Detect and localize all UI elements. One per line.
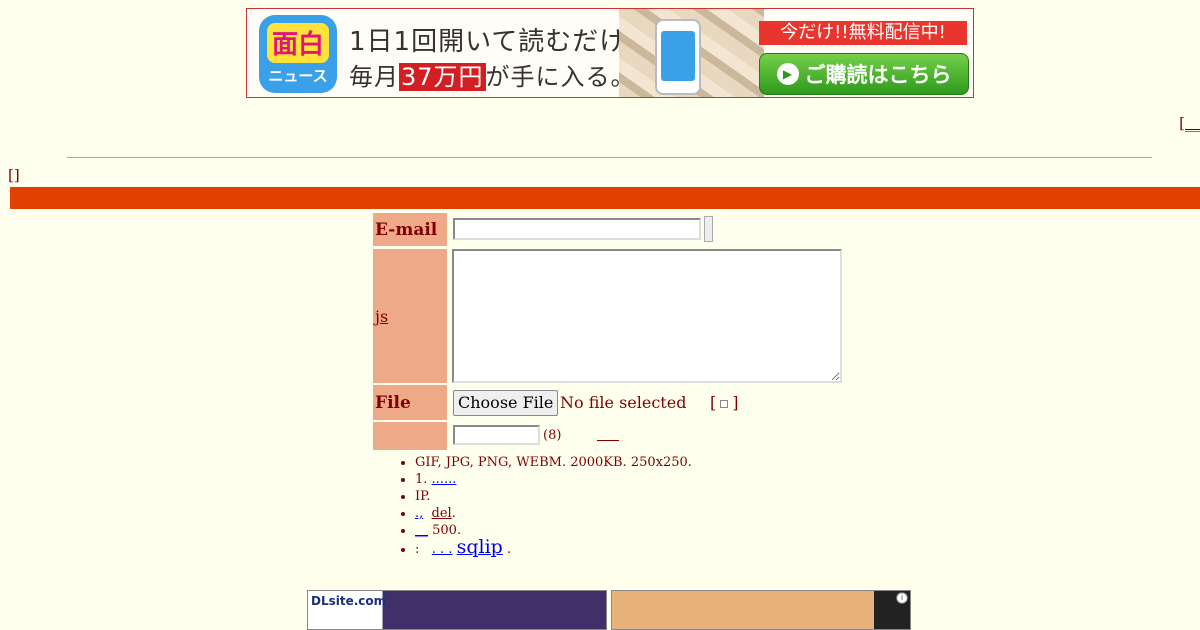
banner-highlight: 37万円 [399, 63, 486, 91]
file-option-checkbox[interactable] [720, 399, 729, 408]
comment-label: js [373, 249, 447, 383]
password-note: (8) [543, 428, 562, 443]
file-status: No file selected [560, 393, 687, 412]
del-link[interactable]: del [432, 506, 452, 521]
bottom-ad-left[interactable]: DLsite.com [307, 590, 607, 630]
js-link[interactable]: js [375, 307, 388, 326]
sqlip-link[interactable]: sqlip [457, 536, 503, 558]
app-icon-title: 面白 [267, 22, 329, 63]
list-item: 1. ...... [415, 471, 692, 488]
list-item: : . . . sqlip . [415, 536, 692, 558]
list-item: GIF, JPG, PNG, WEBM. 2000KB. 250x250. [415, 454, 692, 471]
corner-nav: [__ [1179, 114, 1200, 132]
submit-button[interactable] [704, 216, 713, 242]
rule-link[interactable]: __ [415, 523, 428, 538]
banner-promo-badge: 今だけ!!無料配信中! [759, 21, 967, 45]
comment-textarea[interactable] [452, 249, 842, 383]
email-label: E-mail [373, 213, 447, 246]
banner-cta-label: ご購読はこちら [804, 63, 952, 87]
rule-link[interactable]: . . . [432, 542, 453, 557]
info-icon[interactable]: i [896, 592, 908, 604]
list-item: IP. [415, 488, 692, 505]
rule-link[interactable]: ., [415, 506, 423, 521]
file-label: File [373, 385, 447, 420]
ad-brand-logo: DLsite.com [311, 594, 387, 608]
app-icon: 面白 ニュース [259, 15, 337, 93]
email-field[interactable] [453, 218, 701, 240]
bottom-ad-right[interactable]: i [611, 590, 911, 630]
rule-link[interactable]: ...... [432, 472, 457, 487]
password-label [373, 422, 447, 450]
app-icon-subtitle: ニュース [268, 66, 328, 85]
play-icon: ▶ [776, 63, 799, 85]
choose-file-button[interactable]: Choose File [453, 390, 559, 416]
file-option: [] [710, 393, 739, 412]
title-bar [10, 187, 1200, 209]
banner-line-2: 毎月37万円が手に入る。 [349, 63, 636, 91]
password-link[interactable] [597, 440, 619, 441]
top-banner-ad[interactable]: 面白 ニュース 1日1回開いて読むだけ。 毎月37万円が手に入る。 今だけ!!無… [246, 8, 974, 98]
password-field[interactable] [453, 425, 540, 445]
mini-bracket: [] [8, 166, 20, 184]
divider [67, 157, 1152, 158]
list-item: ., del. [415, 505, 692, 522]
banner-phone-image [655, 19, 701, 95]
corner-nav-link[interactable]: __ [1185, 114, 1200, 132]
banner-cta-button[interactable]: ▶ ご購読はこちら [759, 53, 969, 95]
banner-line-1: 1日1回開いて読むだけ。 [349, 27, 653, 57]
rules-list: GIF, JPG, PNG, WEBM. 2000KB. 250x250. 1.… [395, 454, 692, 558]
